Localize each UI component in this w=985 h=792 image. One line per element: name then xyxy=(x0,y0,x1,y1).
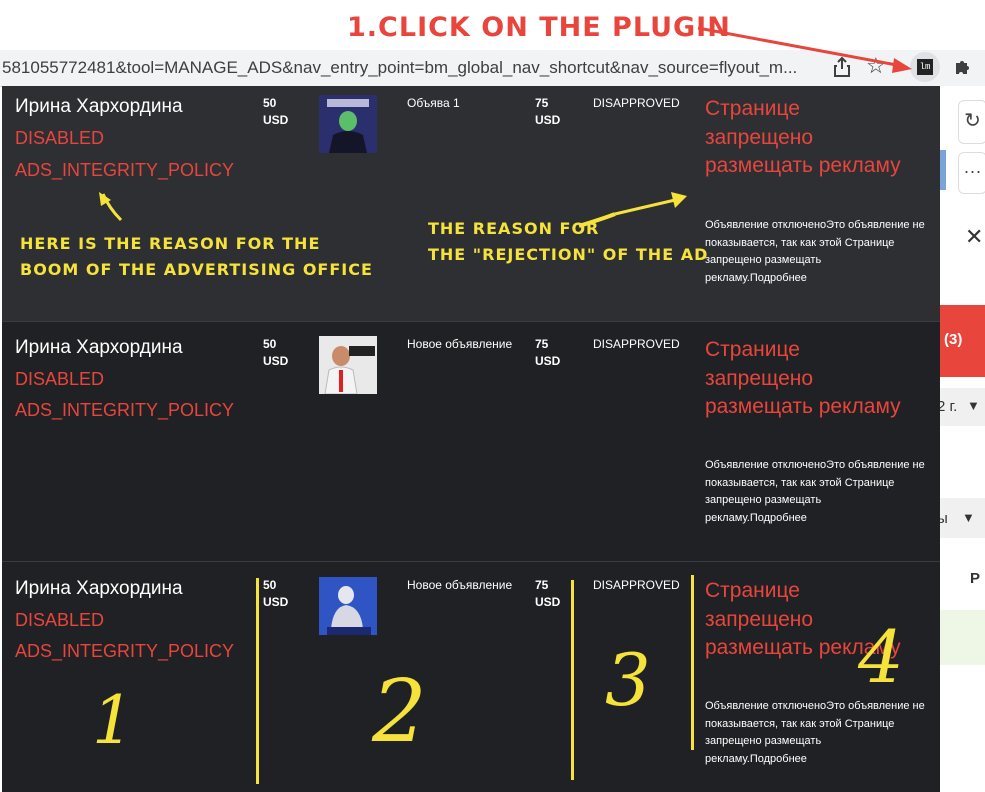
disable-reason: ADS_INTEGRITY_POLICY xyxy=(15,160,235,180)
ad-thumbnail[interactable] xyxy=(319,336,377,394)
chevron-down-icon[interactable]: ▼ xyxy=(962,510,975,525)
close-icon[interactable]: ✕ xyxy=(965,224,983,250)
ad-status: DISAPPROVED xyxy=(593,96,680,110)
disable-reason: ADS_INTEGRITY_POLICY xyxy=(15,400,235,420)
budget-currency: USD xyxy=(263,595,289,609)
annotation-column-number: 4 xyxy=(858,615,904,699)
spend: 75 USD xyxy=(535,336,560,370)
annotation-divider xyxy=(256,578,259,784)
refresh-icon[interactable]: ↻ xyxy=(958,100,985,144)
annotation-column-number: 2 xyxy=(372,662,427,762)
ad-name: Объява 1 xyxy=(407,96,460,110)
account-name: Ирина Хархордина xyxy=(15,96,183,117)
spend-currency: USD xyxy=(535,113,561,127)
ad-status: DISAPPROVED xyxy=(593,578,680,592)
background-badge-count: (3) xyxy=(944,331,963,348)
budget-amount: 50 xyxy=(263,578,277,592)
spend-currency: USD xyxy=(535,354,561,368)
annotation-ad-reason-line2: THE "REJECTION" OF THE AD xyxy=(428,245,709,264)
spend-currency: USD xyxy=(535,595,561,609)
background-column-header: Р xyxy=(970,570,981,587)
budget-amount: 50 xyxy=(263,96,277,110)
annotation-arrow-plugin xyxy=(697,26,912,73)
annotation-click-plugin: 1.CLICK ON THE PLUGIN xyxy=(347,12,731,43)
reason-title: Странице запрещено размещать рекламу xyxy=(705,338,901,418)
account-status: DISABLED xyxy=(15,369,105,389)
background-blue-bar xyxy=(940,150,946,190)
url-text[interactable]: 581055772481&tool=MANAGE_ADS&nav_entry_p… xyxy=(2,58,797,78)
budget: 50 USD xyxy=(263,577,288,611)
budget-currency: USD xyxy=(263,354,289,368)
ad-status: DISAPPROVED xyxy=(593,337,680,351)
annotation-arrow-office xyxy=(99,192,123,222)
account-status: DISABLED xyxy=(15,128,105,148)
reason-description[interactable]: Объявление отключеноЭто объявление не по… xyxy=(705,698,925,768)
spend-amount: 75 xyxy=(535,337,549,351)
reason-title: Странице запрещено размещать рекламу xyxy=(705,97,901,177)
spend-amount: 75 xyxy=(535,96,549,110)
puzzle-icon[interactable] xyxy=(953,57,973,77)
disable-reason: ADS_INTEGRITY_POLICY xyxy=(15,641,235,661)
background-green-row xyxy=(940,610,985,665)
spend-amount: 75 xyxy=(535,578,549,592)
annotation-divider xyxy=(691,575,694,750)
spend: 75 USD xyxy=(535,577,560,611)
reason-description[interactable]: Объявление отключеноЭто объявление не по… xyxy=(705,457,925,527)
ad-name: Новое объявление xyxy=(407,578,513,592)
account-name: Ирина Хархордина xyxy=(15,337,183,358)
more-icon[interactable]: ··· xyxy=(958,152,985,194)
budget: 50 USD xyxy=(263,336,288,370)
background-date-text: 2 г. xyxy=(937,398,958,415)
annotation-arrow-ad xyxy=(578,192,687,228)
annotation-office-reason-line2: BOOM OF THE ADVERTISING OFFICE xyxy=(20,260,373,279)
annotation-column-number: 1 xyxy=(92,682,134,759)
budget-currency: USD xyxy=(263,113,289,127)
reason-description[interactable]: Объявление отключеноЭто объявление не по… xyxy=(705,217,925,287)
account-name: Ирина Хархордина xyxy=(15,578,183,599)
annotation-column-number: 3 xyxy=(605,638,651,722)
annotation-divider xyxy=(571,580,574,780)
chevron-down-icon[interactable]: ▼ xyxy=(967,398,980,413)
budget: 50 USD xyxy=(263,95,288,129)
ad-name: Новое объявление xyxy=(407,337,513,351)
budget-amount: 50 xyxy=(263,337,277,351)
account-status: DISABLED xyxy=(15,610,105,630)
spend: 75 USD xyxy=(535,95,560,129)
ad-thumbnail[interactable] xyxy=(319,577,377,635)
annotation-office-reason-line1: HERE IS THE REASON FOR THE xyxy=(20,234,321,253)
annotation-ad-reason-line1: THE REASON FOR xyxy=(428,219,600,238)
ad-thumbnail[interactable] xyxy=(319,95,377,153)
